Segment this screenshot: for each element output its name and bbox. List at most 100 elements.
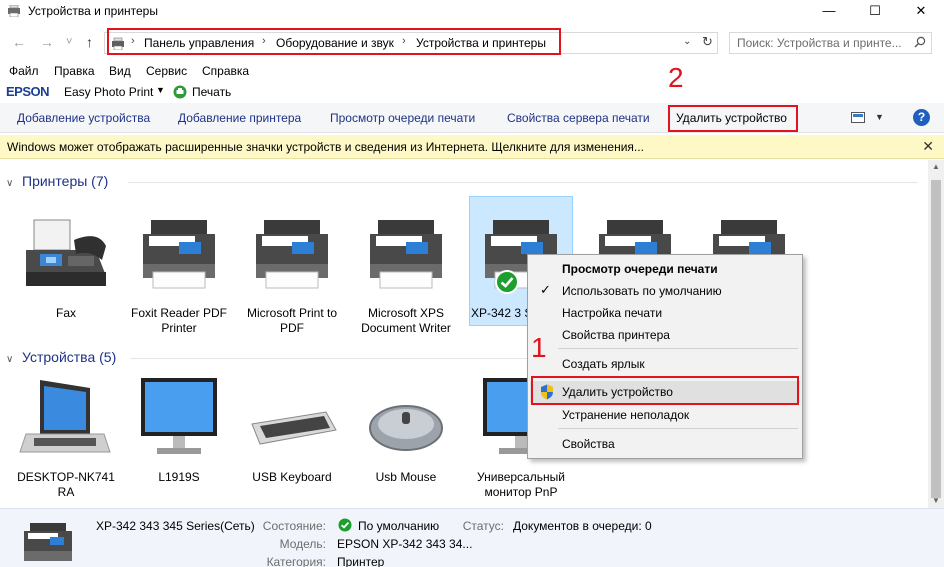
context-menu: Просмотр очереди печати ✓ Использовать п…	[527, 254, 803, 459]
remove-device-annotation-box	[668, 105, 798, 132]
device-label: Microsoft Print to PDF	[246, 306, 338, 335]
menu-view[interactable]: Вид	[109, 64, 131, 78]
forward-button[interactable]: →	[40, 34, 54, 50]
ctx-item-label: Создать ярлык	[562, 357, 645, 371]
menu-help[interactable]: Справка	[202, 64, 249, 78]
details-state-value: По умолчанию	[358, 519, 440, 533]
add-device-button[interactable]: Добавление устройства	[17, 111, 150, 125]
refresh-icon[interactable]: ↻	[702, 34, 713, 50]
details-model-label: Модель:	[279, 537, 326, 551]
easy-photo-print-button[interactable]: Easy Photo Print	[64, 85, 153, 99]
ctx-item-label: Свойства принтера	[562, 328, 670, 342]
title-bar: Устройства и принтеры — ☐ ✕	[0, 0, 944, 24]
search-input[interactable]: Поиск: Устройства и принте...	[729, 32, 932, 54]
ctx-print-preferences[interactable]: Настройка печати	[530, 302, 800, 324]
recent-locations-button[interactable]: ˅	[66, 36, 72, 48]
collapse-chevron-icon[interactable]: ∨	[6, 178, 16, 189]
minimize-button[interactable]: —	[806, 0, 852, 22]
device-usb-keyboard[interactable]: USB Keyboard	[240, 374, 344, 485]
up-button[interactable]: ↑	[86, 34, 93, 50]
ctx-item-label: Просмотр очереди печати	[562, 262, 718, 276]
details-device-name: XP-342 343 345 Series(Сеть)	[96, 519, 255, 533]
device-label: L1919S	[158, 470, 200, 484]
epson-logo: EPSON	[6, 84, 50, 99]
devices-group-header[interactable]: ∨ Устройства (5)	[6, 349, 116, 365]
devices-group-title: Устройства (5)	[22, 349, 117, 365]
address-dropdown-icon[interactable]: ⌄	[683, 36, 691, 47]
scroll-up-icon[interactable]: ▲	[932, 162, 940, 171]
ctx-item-label: Использовать по умолчанию	[562, 284, 722, 298]
ctx-view-print-queue[interactable]: Просмотр очереди печати	[530, 258, 800, 280]
info-bar[interactable]: Windows может отображать расширенные зна…	[0, 135, 944, 159]
remove-device-menu-annotation-box	[531, 376, 799, 405]
view-options-icon[interactable]	[851, 112, 867, 124]
devices-printers-icon	[8, 5, 20, 17]
breadcrumb-annotation-box	[107, 28, 561, 55]
device-desktop-laptop[interactable]: DESKTOP-NK741 RA	[14, 374, 118, 500]
device-l1919s[interactable]: L1919S	[127, 374, 231, 485]
chevron-down-icon[interactable]: ▼	[156, 85, 165, 95]
annotation-step-2: 2	[668, 62, 684, 93]
default-check-icon	[495, 270, 519, 294]
device-label: DESKTOP-NK741 RA	[17, 470, 115, 499]
ctx-item-label: Свойства	[562, 437, 615, 451]
device-ms-xps-writer[interactable]: Microsoft XPS Document Writer	[354, 210, 458, 336]
mouse-icon	[356, 374, 456, 464]
maximize-button[interactable]: ☐	[852, 0, 898, 22]
info-bar-text[interactable]: Windows может отображать расширенные зна…	[7, 140, 644, 154]
ctx-properties[interactable]: Свойства	[530, 433, 800, 455]
ctx-printer-properties[interactable]: Свойства принтера	[530, 324, 800, 346]
laptop-icon	[16, 374, 116, 464]
group-divider	[128, 182, 918, 183]
device-foxit-printer[interactable]: Foxit Reader PDF Printer	[127, 210, 231, 336]
help-icon[interactable]: ?	[913, 109, 930, 126]
print-server-properties-button[interactable]: Свойства сервера печати	[507, 111, 650, 125]
printers-group-header[interactable]: ∨ Принтеры (7)	[6, 173, 108, 189]
device-label: Microsoft XPS Document Writer	[361, 306, 451, 335]
collapse-chevron-icon[interactable]: ∨	[6, 354, 16, 365]
device-usb-mouse[interactable]: Usb Mouse	[354, 374, 458, 485]
annotation-step-1: 1	[531, 332, 547, 363]
print-queue-button[interactable]: Просмотр очереди печати	[330, 111, 475, 125]
ctx-separator	[558, 428, 798, 429]
details-category-label: Категория:	[266, 555, 326, 567]
scrollbar-thumb[interactable]	[931, 180, 941, 498]
search-icon	[914, 36, 926, 48]
ctx-troubleshoot[interactable]: Устранение неполадок	[530, 404, 800, 426]
info-bar-close-icon[interactable]: ✕	[922, 138, 934, 155]
print-button[interactable]: Печать	[192, 85, 231, 99]
add-printer-button[interactable]: Добавление принтера	[178, 111, 301, 125]
monitor-icon	[129, 374, 229, 464]
device-label: Foxit Reader PDF Printer	[130, 306, 228, 335]
device-label: Универсальный монитор PnP	[477, 470, 565, 499]
vertical-scrollbar[interactable]: ▲ ▼	[928, 160, 944, 508]
close-button[interactable]: ✕	[898, 0, 944, 22]
window-title: Устройства и принтеры	[28, 4, 158, 18]
printers-group-title: Принтеры (7)	[22, 173, 109, 189]
default-check-icon	[338, 518, 352, 532]
ctx-separator	[558, 348, 798, 349]
menu-tools[interactable]: Сервис	[146, 64, 187, 78]
menu-file[interactable]: Файл	[9, 64, 39, 78]
details-model-value: EPSON XP-342 343 34...	[337, 537, 473, 551]
back-button[interactable]: ←	[12, 34, 26, 50]
print-icon	[173, 85, 187, 99]
ctx-item-label: Настройка печати	[562, 306, 663, 320]
ctx-item-label: Устранение неполадок	[562, 408, 690, 422]
view-chevron-icon[interactable]: ▼	[875, 112, 884, 122]
group-divider	[130, 358, 528, 359]
devices-and-printers-window: Устройства и принтеры — ☐ ✕ ← → ˅ ↑ › Па…	[0, 0, 944, 567]
device-label: Fax	[55, 306, 76, 320]
ctx-create-shortcut[interactable]: Создать ярлык	[530, 353, 800, 375]
command-bar: Добавление устройства Добавление принтер…	[0, 103, 944, 133]
device-label: USB Keyboard	[252, 470, 332, 484]
details-state-label: Состояние:	[262, 519, 326, 533]
scroll-down-icon[interactable]: ▼	[932, 496, 940, 505]
device-fax[interactable]: Fax	[14, 210, 118, 321]
fax-icon	[16, 210, 116, 300]
device-label: Usb Mouse	[375, 470, 437, 484]
device-ms-print-to-pdf[interactable]: Microsoft Print to PDF	[240, 210, 344, 336]
menu-edit[interactable]: Правка	[54, 64, 95, 78]
ctx-set-default[interactable]: ✓ Использовать по умолчанию	[530, 280, 800, 302]
check-icon: ✓	[540, 282, 551, 297]
